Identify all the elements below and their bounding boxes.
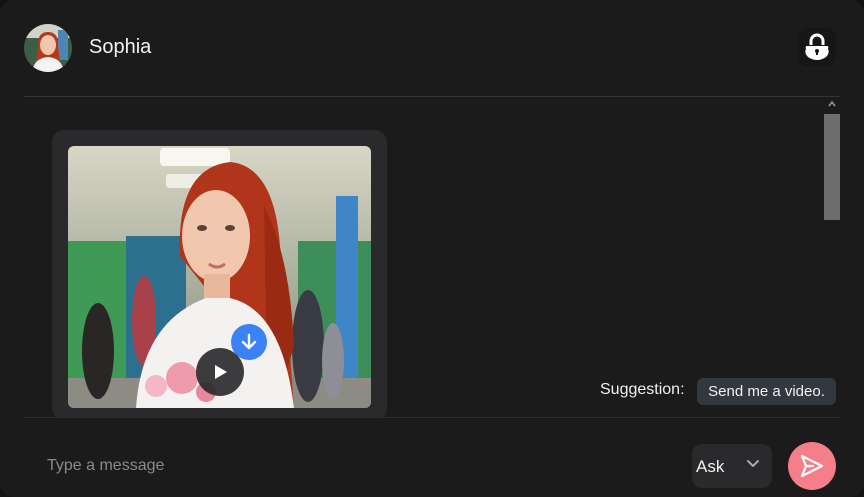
contact-name: Sophia (89, 36, 152, 58)
scrollbar-thumb[interactable] (824, 114, 840, 220)
video-thumbnail[interactable] (68, 146, 371, 408)
play-button[interactable] (196, 348, 244, 396)
mode-label: Ask (696, 457, 725, 476)
chat-window: Sophia Suggestion: Send me a video. Type… (0, 0, 864, 497)
send-icon (800, 454, 824, 478)
video-message (52, 130, 387, 417)
composer-divider (24, 417, 840, 418)
message-input[interactable] (28, 444, 687, 488)
chevron-up-icon[interactable] (828, 101, 836, 107)
lock-icon (805, 33, 829, 60)
suggestion-chip[interactable]: Send me a video. (697, 378, 836, 405)
play-icon (215, 365, 227, 379)
suggestion-label: Suggestion: (600, 381, 685, 398)
chat-header: Sophia (0, 0, 864, 96)
arrow-down-icon (241, 333, 257, 350)
scrollbar[interactable] (824, 97, 840, 417)
send-button[interactable] (788, 442, 836, 490)
message-list (24, 97, 824, 417)
chevron-down-icon (747, 460, 759, 467)
mode-select[interactable]: Ask (692, 444, 772, 488)
avatar[interactable] (24, 24, 72, 72)
lock-button[interactable] (798, 28, 836, 66)
